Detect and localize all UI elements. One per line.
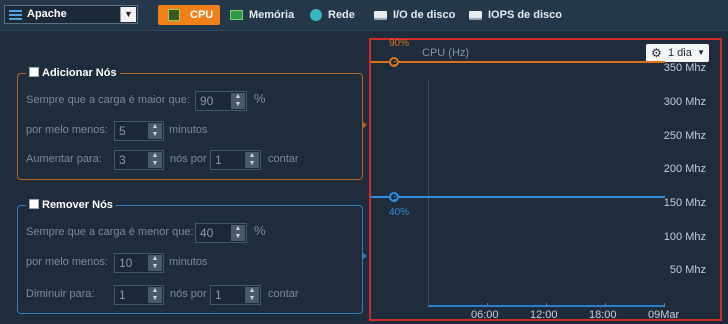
chevron-down-icon[interactable]: ▼ — [120, 7, 136, 22]
remove-nodes-title-label: Remover Nós — [42, 199, 113, 211]
memory-icon — [230, 10, 243, 21]
remove-decrease-value: 1 — [119, 288, 126, 302]
add-duration-stepper[interactable]: 5 ▲ ▼ — [114, 121, 164, 141]
add-nodes-per-label: nós por — [170, 153, 207, 165]
stepper-arrows-icon[interactable]: ▲ ▼ — [245, 287, 259, 303]
stepper-arrows-icon[interactable]: ▲ ▼ — [148, 287, 162, 303]
upper-threshold-label: 90% — [389, 38, 410, 50]
x-tick-mark — [605, 303, 606, 307]
upper-threshold-line[interactable] — [371, 61, 665, 64]
y-tick-label: 250 Mhz — [663, 129, 706, 142]
lower-threshold-line[interactable] — [371, 196, 665, 199]
stepper-arrows-icon[interactable]: ▲ ▼ — [148, 255, 162, 271]
tab-memory[interactable]: Memória — [230, 5, 294, 25]
add-load-value: 90 — [200, 94, 214, 108]
add-load-label: Sempre que a carga é maior que: — [26, 94, 190, 106]
disk-icon — [374, 10, 387, 20]
y-tick-label: 350 Mhz — [663, 62, 706, 75]
lower-threshold-label: 40% — [389, 207, 410, 219]
add-load-unit: % — [254, 91, 266, 106]
add-duration-unit: minutos — [169, 124, 208, 136]
add-increase-label: Aumentar para: — [26, 153, 102, 165]
add-load-stepper[interactable]: 90 ▲ ▼ — [195, 91, 247, 111]
y-tick-label: 150 Mhz — [663, 196, 706, 209]
network-icon — [310, 9, 322, 22]
remove-decrease-stepper[interactable]: 1 ▲ ▼ — [114, 285, 164, 305]
stepper-arrows-icon[interactable]: ▲ ▼ — [148, 152, 162, 168]
add-duration-label: por melo menos: — [26, 124, 108, 136]
remove-nodes-title[interactable]: Remover Nós — [26, 197, 116, 213]
remove-nodes-per-label: nós por — [170, 288, 207, 300]
chart-title: CPU (Hz) — [422, 47, 470, 59]
cpu-chart: CPU (Hz) ⚙ 1 dia ▼ 90% 40% 350 Mhz 300 Mh… — [369, 38, 722, 321]
remove-nodes-checkbox[interactable] — [29, 199, 39, 209]
add-duration-value: 5 — [119, 124, 126, 138]
time-range-label: 1 dia — [668, 47, 692, 59]
remove-decrease-label: Diminuir para: — [26, 288, 95, 300]
x-tick-mark — [546, 303, 547, 307]
tab-cpu-label: CPU — [190, 9, 214, 21]
x-tick-label: 09Mar — [648, 309, 680, 321]
y-tick-label: 100 Mhz — [663, 230, 706, 243]
add-count-unit: contar — [268, 153, 299, 165]
tab-disk-io[interactable]: I/O de disco — [374, 5, 455, 25]
stepper-arrows-icon[interactable]: ▲ ▼ — [231, 93, 245, 109]
tab-disk-iops[interactable]: IOPS de disco — [469, 5, 562, 25]
disk-icon — [469, 10, 482, 20]
top-toolbar: Apache ▼ CPU Memória Rede I/O de disco I… — [0, 0, 728, 31]
x-tick-mark — [487, 303, 488, 307]
y-tick-label: 50 Mhz — [669, 264, 706, 277]
remove-duration-unit: minutos — [169, 256, 208, 268]
x-tick-mark — [664, 303, 665, 307]
add-per-value: 1 — [215, 153, 222, 167]
tab-network-label: Rede — [328, 9, 355, 21]
remove-per-stepper[interactable]: 1 ▲ ▼ — [210, 285, 261, 305]
time-range-dropdown[interactable]: ⚙ 1 dia ▼ — [646, 44, 709, 62]
x-tick-label: 18:00 — [589, 309, 617, 321]
x-tick-label: 12:00 — [530, 309, 558, 321]
add-nodes-title-label: Adicionar Nós — [42, 67, 117, 79]
add-nodes-panel: Adicionar Nós Sempre que a carga é maior… — [17, 65, 363, 180]
tab-disk-io-label: I/O de disco — [393, 9, 456, 21]
remove-nodes-panel: Remover Nós Sempre que a carga é menor q… — [17, 197, 363, 314]
add-per-stepper[interactable]: 1 ▲ ▼ — [210, 150, 261, 170]
stepper-arrows-icon[interactable]: ▲ ▼ — [245, 152, 259, 168]
y-tick-label: 200 Mhz — [663, 163, 706, 176]
chevron-down-icon: ▼ — [697, 48, 705, 57]
tab-cpu[interactable]: CPU — [158, 5, 220, 25]
tab-disk-iops-label: IOPS de disco — [488, 9, 562, 21]
add-increase-value: 3 — [119, 153, 126, 167]
add-nodes-title[interactable]: Adicionar Nós — [26, 65, 120, 81]
add-increase-stepper[interactable]: 3 ▲ ▼ — [114, 150, 164, 170]
tab-memory-label: Memória — [249, 9, 295, 21]
x-tick-label: 06:00 — [471, 309, 499, 321]
gear-icon: ⚙ — [651, 46, 662, 60]
chart-y-axis-line — [428, 80, 429, 306]
tab-network[interactable]: Rede — [310, 5, 355, 25]
remove-duration-value: 10 — [119, 256, 133, 270]
application-select-value: Apache — [27, 8, 67, 20]
upper-threshold-handle[interactable] — [389, 57, 399, 68]
remove-load-unit: % — [254, 223, 266, 238]
remove-load-stepper[interactable]: 40 ▲ ▼ — [195, 223, 247, 243]
add-panel-connector — [362, 121, 367, 129]
lower-threshold-handle[interactable] — [389, 192, 399, 203]
stepper-arrows-icon[interactable]: ▲ ▼ — [231, 225, 245, 241]
application-select[interactable]: Apache ▼ — [4, 5, 138, 24]
cpu-icon — [168, 9, 180, 21]
remove-load-value: 40 — [200, 226, 214, 240]
remove-per-value: 1 — [215, 288, 222, 302]
y-tick-label: 300 Mhz — [663, 95, 706, 108]
remove-load-label: Sempre que a carga é menor que: — [26, 226, 194, 238]
remove-duration-stepper[interactable]: 10 ▲ ▼ — [114, 253, 164, 273]
remove-duration-label: por melo menos: — [26, 256, 108, 268]
stepper-arrows-icon[interactable]: ▲ ▼ — [148, 123, 162, 139]
remove-panel-connector — [362, 252, 367, 260]
remove-count-unit: contar — [268, 288, 299, 300]
list-icon — [9, 10, 22, 20]
add-nodes-checkbox[interactable] — [29, 67, 39, 77]
